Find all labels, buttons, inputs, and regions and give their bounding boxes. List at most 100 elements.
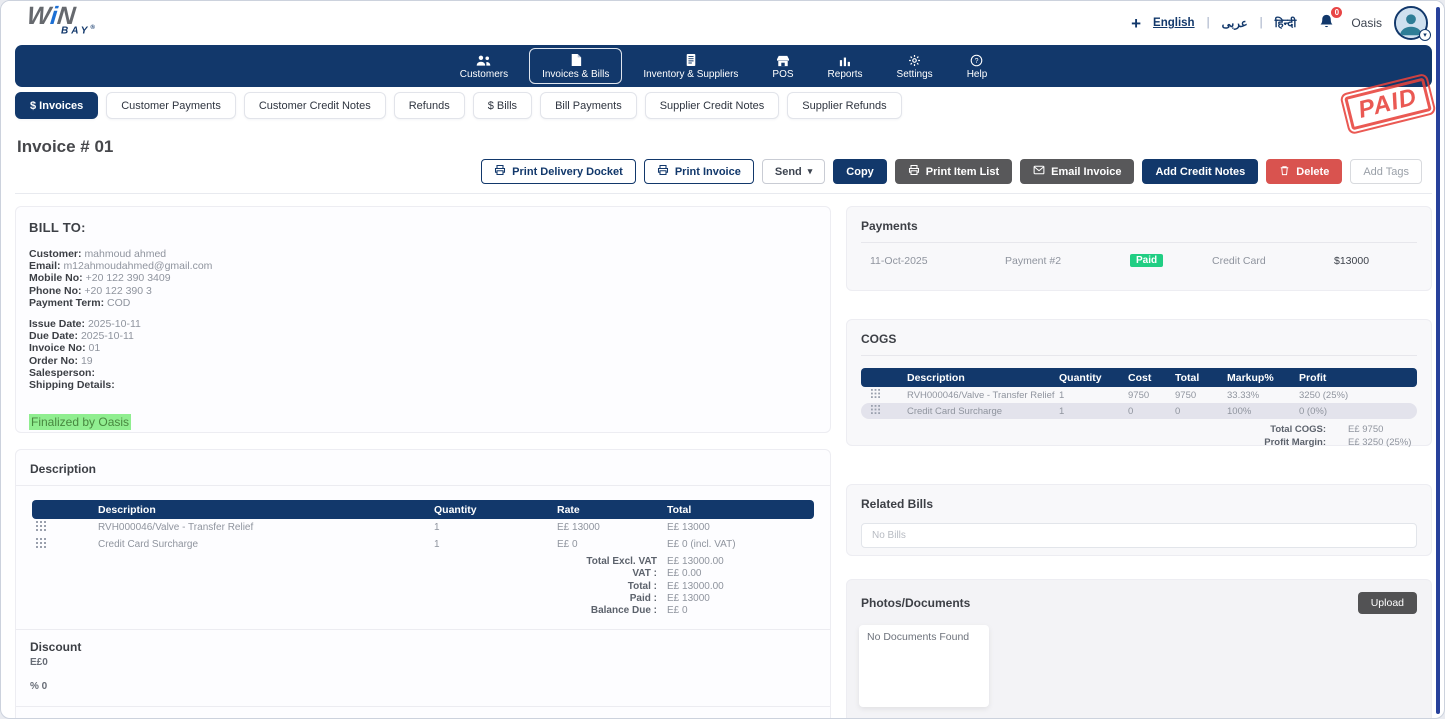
nav-item-customers[interactable]: Customers [447,48,521,84]
divider [16,706,830,707]
bill-to-field: Payment Term: COD [29,297,817,309]
print-delivery-docket-button[interactable]: Print Delivery Docket [481,159,636,184]
items-totals: Total Excl. VATE£ 13000.00 VAT :E£ 0.00 … [32,556,814,617]
bill-to-field: Shipping Details: [29,379,817,391]
bill-to-field: Mobile No: +20 122 390 3409 [29,272,817,284]
scrollbar[interactable] [1436,7,1440,714]
printer-icon [657,164,669,179]
nav-item-invoices-bills[interactable]: Invoices & Bills [529,48,622,84]
print-item-list-button[interactable]: Print Item List [895,159,1012,184]
nav-item-inventory-suppliers[interactable]: Inventory & Suppliers [630,48,751,84]
app-window: WiN BAY® + English | عربى | हिन्दी 0 Oas… [0,0,1445,719]
cogs-table-header: Description Quantity Cost Total Markup% … [861,368,1417,387]
payment-method: Credit Card [1212,255,1334,267]
item-row: Credit Card Surcharge 1 E£ 0 E£ 0 (incl.… [32,536,814,553]
gear-icon [908,52,921,67]
notification-badge: 0 [1330,6,1343,19]
nav-item-settings[interactable]: Settings [884,48,946,84]
top-header: WiN BAY® + English | عربى | हिन्दी 0 Oas… [1,1,1444,45]
drag-handle-icon[interactable] [871,405,880,417]
related-bills-select[interactable]: No Bills [861,523,1417,548]
cogs-row: Credit Card Surcharge 1 0 0 100% 0 (0%) [861,403,1417,419]
divider [15,193,1432,194]
bill-to-field: Phone No: +20 122 390 3 [29,285,817,297]
tab-refunds[interactable]: Refunds [394,92,465,119]
drag-handle-icon[interactable] [36,538,46,551]
language-hindi[interactable]: हिन्दी [1275,16,1297,31]
items-table: Description Quantity Rate Total RVH00004… [32,500,814,617]
discount-percent: % 0 [16,681,830,692]
tab-customer-payments[interactable]: Customer Payments [106,92,236,119]
tab-bills[interactable]: $ Bills [473,92,532,119]
nav-label: Inventory & Suppliers [643,69,738,80]
bar-chart-icon [839,52,851,67]
cogs-row: RVH000046/Valve - Transfer Relief 1 9750… [861,387,1417,403]
email-invoice-button[interactable]: Email Invoice [1020,159,1134,184]
nav-item-reports[interactable]: Reports [815,48,876,84]
quick-add-icon[interactable]: + [1131,15,1141,32]
tab-supplier-credit-notes[interactable]: Supplier Credit Notes [645,92,780,119]
bill-to-field: Due Date: 2025-10-11 [29,330,817,342]
bill-to-card: BILL TO: Customer: mahmoud ahmed Email: … [15,206,831,433]
nav-label: Settings [897,69,933,80]
brand-logo[interactable]: WiN BAY® [27,4,119,36]
tab-supplier-refunds[interactable]: Supplier Refunds [787,92,901,119]
invoice-tabs: $ Invoices Customer Payments Customer Cr… [15,92,902,119]
inventory-clipboard-icon [685,52,697,67]
chevron-down-icon: ▾ [1419,29,1431,41]
bill-to-field: Invoice No: 01 [29,342,817,354]
related-bills-card: Related Bills No Bills [846,484,1432,556]
invoice-document-icon [570,52,582,67]
brand-logo-text: WiN [26,4,121,29]
payments-title: Payments [847,207,1431,242]
payment-row[interactable]: 11-Oct-2025 Payment #2 Paid Credit Card … [847,254,1431,267]
nav-item-help[interactable]: ? Help [954,48,1001,84]
bill-to-field: Salesperson: [29,367,817,379]
notifications-button[interactable]: 0 [1318,13,1335,33]
add-credit-notes-button[interactable]: Add Credit Notes [1142,159,1258,184]
payment-amount: $13000 [1334,255,1369,267]
payment-ref: Payment #2 [1005,255,1130,267]
send-dropdown-button[interactable]: Send ▾ [762,159,825,184]
payment-date: 11-Oct-2025 [870,255,1005,267]
tab-customer-credit-notes[interactable]: Customer Credit Notes [244,92,386,119]
help-icon: ? [970,52,983,67]
bill-to-field: Order No: 19 [29,355,817,367]
customers-icon [475,52,492,67]
bill-to-field: Customer: mahmoud ahmed [29,248,817,260]
nav-item-pos[interactable]: POS [759,48,806,84]
tab-invoices[interactable]: $ Invoices [15,92,98,119]
tab-bill-payments[interactable]: Bill Payments [540,92,637,119]
discount-amount: E£0 [16,657,830,668]
drag-handle-icon[interactable] [36,521,46,534]
language-english[interactable]: English [1153,17,1195,29]
upload-button[interactable]: Upload [1358,592,1417,614]
payments-card: Payments 11-Oct-2025 Payment #2 Paid Cre… [846,206,1432,291]
print-invoice-button[interactable]: Print Invoice [644,159,754,184]
main-navbar: Customers Invoices & Bills Inventory & S… [15,45,1432,87]
drag-handle-icon[interactable] [871,389,880,401]
copy-button[interactable]: Copy [833,159,887,184]
cogs-card: COGS Description Quantity Cost Total Mar… [846,319,1432,446]
header-actions: + English | عربى | हिन्दी 0 Oasis ▾ [1131,1,1428,45]
page-title: Invoice # 01 [17,137,113,157]
bill-to-field: Email: m12ahmoudahmed@gmail.com [29,260,817,272]
no-documents-placeholder: No Documents Found [859,625,989,707]
language-arabic[interactable]: عربى [1222,16,1248,30]
separator: | [1260,17,1263,29]
storefront-icon [776,52,790,67]
divider [16,485,830,486]
line-items-card: Description Description Quantity Rate To… [15,449,831,719]
username: Oasis [1351,16,1382,30]
items-section-title: Description [16,450,830,485]
items-table-header: Description Quantity Rate Total [32,500,814,519]
invoice-toolbar: Print Delivery Docket Print Invoice Send… [481,159,1422,184]
envelope-icon [1033,164,1045,179]
add-tags-button[interactable]: Add Tags [1350,159,1422,184]
delete-button[interactable]: Delete [1266,159,1342,184]
cogs-table: Description Quantity Cost Total Markup% … [861,368,1417,449]
item-row: RVH000046/Valve - Transfer Relief 1 E£ 1… [32,519,814,536]
separator: | [1207,17,1210,29]
user-menu[interactable]: ▾ [1394,6,1428,40]
bill-to-title: BILL TO: [29,220,817,235]
